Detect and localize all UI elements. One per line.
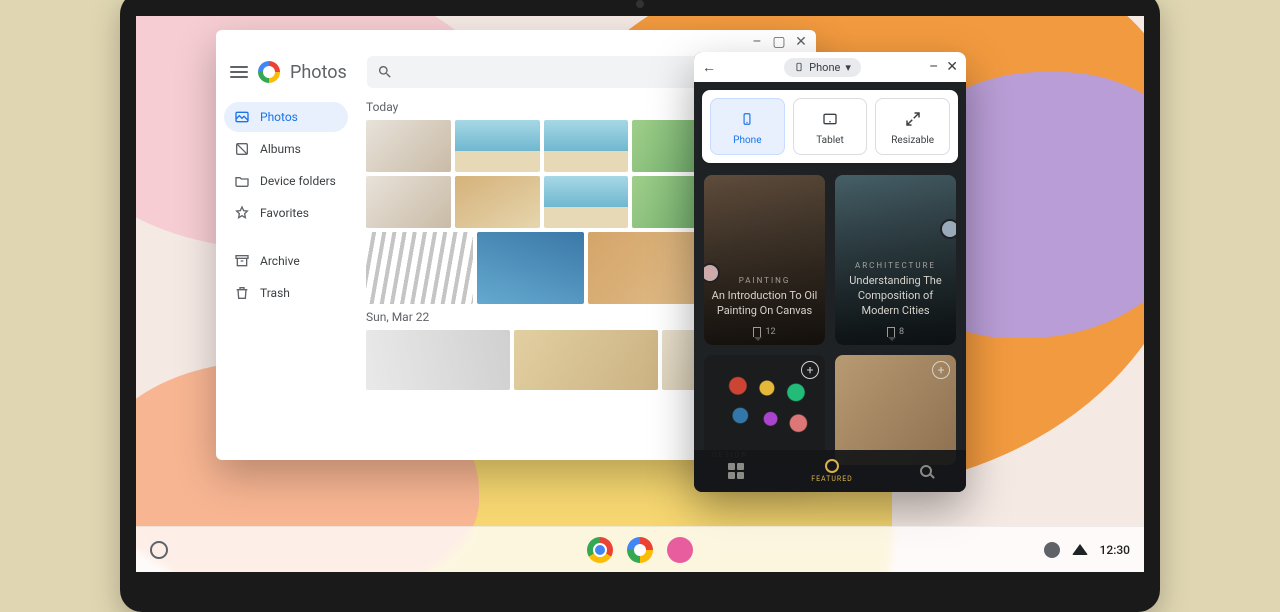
minimize-button[interactable]: –: [929, 59, 938, 75]
device-selector-label: Phone: [809, 61, 840, 74]
photo-thumbnail[interactable]: [544, 176, 629, 228]
android-app-window: ← Phone ▾ – ✕ Phone: [694, 52, 966, 492]
content-tile[interactable]: + DESIGN: [704, 355, 825, 465]
app-icon[interactable]: [667, 537, 693, 563]
trash-icon: [234, 285, 250, 301]
device-option-phone[interactable]: Phone: [710, 98, 785, 155]
add-icon[interactable]: +: [801, 361, 819, 379]
menu-icon[interactable]: [230, 66, 248, 78]
back-button[interactable]: ←: [702, 59, 716, 76]
card-category: PAINTING: [710, 276, 819, 285]
photos-logo-icon: [258, 61, 280, 83]
sidebar-item-device-folders[interactable]: Device folders: [224, 166, 348, 196]
photo-thumbnail[interactable]: [588, 232, 695, 304]
content-card[interactable]: ARCHITECTURE Understanding The Compositi…: [835, 175, 956, 345]
search-icon: [920, 465, 932, 477]
maximize-button[interactable]: ▢: [772, 35, 786, 49]
wifi-icon: [1072, 544, 1088, 555]
sidebar-item-label: Device folders: [260, 174, 336, 188]
photo-thumbnail[interactable]: [366, 330, 510, 390]
android-window-toolbar: ← Phone ▾ – ✕: [694, 52, 966, 82]
card-count: 12: [765, 327, 775, 337]
chevron-down-icon: ▾: [845, 61, 851, 74]
close-button[interactable]: ✕: [794, 35, 808, 49]
tablet-icon: [820, 111, 840, 127]
photo-thumbnail[interactable]: [366, 120, 451, 172]
nav-label: FEATURED: [811, 475, 853, 483]
sidebar: Photos Albums Device folders Favorites: [216, 96, 356, 460]
minimize-button[interactable]: –: [750, 35, 764, 49]
sidebar-item-albums[interactable]: Albums: [224, 134, 348, 164]
add-icon[interactable]: +: [932, 361, 950, 379]
bookmark-icon: [887, 327, 895, 337]
device-option-tablet[interactable]: Tablet: [793, 98, 868, 155]
photo-icon: [234, 109, 250, 125]
launcher-button[interactable]: [150, 541, 168, 559]
taskbar: 12:30: [136, 526, 1144, 572]
phone-icon: [740, 109, 754, 129]
grid-icon: [728, 463, 744, 479]
app-bottom-nav: FEATURED: [694, 450, 966, 492]
clock: 12:30: [1100, 543, 1130, 557]
bookmark-icon: [753, 327, 761, 337]
chrome-app-icon[interactable]: [587, 537, 613, 563]
circle-icon: [825, 459, 839, 473]
device-option-resizable[interactable]: Resizable: [875, 98, 950, 155]
screen: – ▢ ✕ Photos Photos: [136, 16, 1144, 572]
window-titlebar: – ▢ ✕: [216, 30, 816, 54]
card-meta: 8: [841, 327, 950, 337]
sidebar-item-archive[interactable]: Archive: [224, 246, 348, 276]
device-option-label: Phone: [733, 135, 761, 146]
card-title: An Introduction To Oil Painting On Canva…: [710, 289, 819, 319]
photo-thumbnail[interactable]: [455, 120, 540, 172]
device-selector-pill[interactable]: Phone ▾: [784, 58, 861, 77]
sidebar-item-label: Photos: [260, 110, 298, 124]
device-option-label: Tablet: [816, 135, 843, 146]
folder-icon: [234, 173, 250, 189]
photo-thumbnail[interactable]: [477, 232, 584, 304]
card-title: Understanding The Composition of Modern …: [841, 274, 950, 319]
card-meta: 12: [710, 327, 819, 337]
nav-featured[interactable]: FEATURED: [811, 459, 853, 483]
status-tray[interactable]: 12:30: [1044, 542, 1130, 558]
app-content: PAINTING An Introduction To Oil Painting…: [694, 171, 966, 492]
camera-dot: [636, 0, 644, 8]
phone-icon: [794, 62, 804, 72]
sidebar-item-label: Albums: [260, 142, 301, 156]
photos-app-icon[interactable]: [627, 537, 653, 563]
content-tile[interactable]: +: [835, 355, 956, 465]
photo-thumbnail[interactable]: [366, 176, 451, 228]
sidebar-item-photos[interactable]: Photos: [224, 102, 348, 132]
sidebar-item-label: Archive: [260, 254, 300, 268]
sidebar-item-label: Trash: [260, 286, 290, 300]
content-card[interactable]: PAINTING An Introduction To Oil Painting…: [704, 175, 825, 345]
nav-search[interactable]: [920, 465, 932, 477]
photo-thumbnail[interactable]: [514, 330, 658, 390]
avatar: [940, 219, 956, 239]
photo-thumbnail[interactable]: [455, 176, 540, 228]
device-option-label: Resizable: [891, 135, 934, 146]
card-category: ARCHITECTURE: [841, 261, 950, 270]
sidebar-item-favorites[interactable]: Favorites: [224, 198, 348, 228]
sidebar-item-label: Favorites: [260, 206, 309, 220]
star-icon: [234, 205, 250, 221]
laptop-frame: – ▢ ✕ Photos Photos: [120, 0, 1160, 612]
photo-thumbnail[interactable]: [544, 120, 629, 172]
card-count: 8: [899, 327, 904, 337]
nav-browse[interactable]: [728, 463, 744, 479]
archive-icon: [234, 253, 250, 269]
search-icon: [377, 64, 393, 80]
device-type-panel: Phone Tablet Resizable: [702, 90, 958, 163]
photo-thumbnail[interactable]: [366, 232, 473, 304]
status-icon: [1044, 542, 1060, 558]
close-button[interactable]: ✕: [946, 59, 958, 75]
resize-icon: [904, 110, 922, 128]
albums-icon: [234, 141, 250, 157]
app-title: Photos: [290, 62, 347, 83]
sidebar-item-trash[interactable]: Trash: [224, 278, 348, 308]
